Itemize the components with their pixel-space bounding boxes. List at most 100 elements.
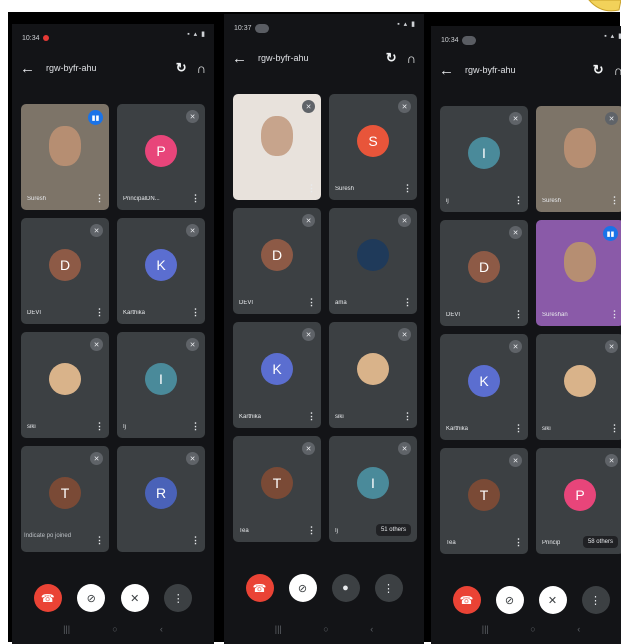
participant-options-icon[interactable]: ⋮ bbox=[95, 421, 104, 432]
switch-camera-icon[interactable]: ↻ bbox=[386, 50, 397, 66]
more-icon: ⋮ bbox=[383, 582, 394, 595]
participant-name: ama bbox=[335, 300, 347, 306]
participant-options-icon[interactable]: ⋮ bbox=[191, 307, 200, 318]
participant-avatar: T bbox=[49, 476, 81, 509]
audio-output-icon[interactable]: ∩ bbox=[614, 63, 621, 78]
participant-options-icon[interactable]: ⋮ bbox=[403, 183, 412, 194]
switch-camera-icon[interactable]: ↻ bbox=[176, 60, 187, 76]
participant-options-icon[interactable]: ⋮ bbox=[514, 309, 523, 320]
android-nav-bar: ||| ○ ‹ bbox=[12, 624, 214, 640]
participant-options-icon[interactable]: ⋮ bbox=[95, 535, 104, 546]
participant-photo-avatar bbox=[49, 362, 81, 395]
mic-muted-icon: ✕ bbox=[186, 452, 199, 465]
meeting-code[interactable]: rgw-byfr-ahu bbox=[465, 65, 583, 75]
participant-options-icon[interactable]: ⋮ bbox=[403, 297, 412, 308]
participant-name: DEVI bbox=[239, 300, 254, 306]
back-icon[interactable]: ‹ bbox=[370, 624, 373, 640]
audio-output-icon[interactable]: ∩ bbox=[407, 51, 416, 66]
end-call-button[interactable]: ☎ bbox=[452, 586, 481, 614]
recents-icon[interactable]: ||| bbox=[63, 624, 70, 640]
back-icon[interactable]: ‹ bbox=[577, 624, 580, 640]
participant-options-icon[interactable]: ⋮ bbox=[191, 535, 200, 546]
participant-tile[interactable]: S ✕ Suresh ⋮ bbox=[329, 94, 417, 200]
end-call-button[interactable]: ☎ bbox=[33, 584, 62, 612]
status-bar: 10:37 ▪ ▴ ▮ bbox=[224, 14, 424, 36]
home-icon[interactable]: ○ bbox=[112, 624, 117, 640]
status-left: 10:34 bbox=[441, 32, 476, 48]
participant-options-icon[interactable]: ⋮ bbox=[307, 411, 316, 422]
participant-options-icon[interactable]: ⋮ bbox=[307, 297, 316, 308]
participant-tile[interactable]: T ✕ Tea ⋮ bbox=[233, 436, 321, 542]
participant-tile[interactable]: D ✕ DEVI ⋮ bbox=[21, 218, 109, 324]
participant-options-icon[interactable]: ⋮ bbox=[191, 193, 200, 204]
participant-options-icon[interactable]: ⋮ bbox=[610, 309, 619, 320]
participant-options-icon[interactable]: ⋮ bbox=[307, 525, 316, 536]
participant-tile[interactable]: P ✕ PrincipalDN... ⋮ bbox=[117, 104, 205, 210]
participant-options-icon[interactable]: ⋮ bbox=[610, 195, 619, 206]
participant-photo-avatar bbox=[357, 238, 389, 271]
participant-name: Suresh bbox=[542, 198, 562, 204]
participant-options-icon[interactable]: ⋮ bbox=[403, 411, 412, 422]
mic-off-button[interactable]: ✕ bbox=[120, 584, 149, 612]
camera-off-button[interactable]: ⊘ bbox=[77, 584, 106, 612]
others-count-badge[interactable]: 51 others bbox=[375, 524, 411, 536]
home-icon[interactable]: ○ bbox=[323, 624, 328, 640]
participant-tile[interactable]: ▮▮ Suresh ⋮ bbox=[21, 104, 109, 210]
mic-off-icon: ✕ bbox=[130, 592, 140, 605]
home-icon[interactable]: ○ bbox=[530, 624, 535, 640]
back-arrow-icon[interactable]: ← bbox=[20, 60, 38, 77]
participant-tile[interactable]: K ✕ Karthika ⋮ bbox=[440, 334, 528, 440]
participant-tile[interactable]: ✕ siki ⋮ bbox=[329, 322, 417, 428]
participant-tile[interactable]: K ✕ Karthika ⋮ bbox=[233, 322, 321, 428]
participant-tile[interactable]: D ✕ DEVI ⋮ bbox=[233, 208, 321, 314]
participant-avatar: D bbox=[468, 250, 500, 283]
participant-name: siki bbox=[27, 424, 36, 430]
participant-name: Ij bbox=[123, 424, 126, 430]
end-call-icon: ☎ bbox=[459, 594, 474, 607]
more-button[interactable]: ⋮ bbox=[581, 586, 610, 614]
participant-tile[interactable]: I ✕ Ij 51 others bbox=[329, 436, 417, 542]
participant-options-icon[interactable]: ⋮ bbox=[514, 537, 523, 548]
participant-tile[interactable]: ▮▮ Sureshan ⋮ bbox=[536, 220, 621, 326]
participant-tile[interactable]: R ✕ ⋮ bbox=[117, 446, 205, 552]
participant-tile[interactable]: P ✕ Princip 58 others bbox=[536, 448, 621, 554]
participant-options-icon[interactable]: ⋮ bbox=[307, 183, 316, 194]
participant-options-icon[interactable]: ⋮ bbox=[514, 195, 523, 206]
participant-options-icon[interactable]: ⋮ bbox=[95, 193, 104, 204]
camera-off-button[interactable]: ⊘ bbox=[288, 574, 317, 602]
participant-tile[interactable]: I ✕ Ij ⋮ bbox=[117, 332, 205, 438]
more-button[interactable]: ⋮ bbox=[164, 584, 193, 612]
participant-name: Tea bbox=[239, 528, 249, 534]
participant-tile[interactable]: ✕ Suresh ⋮ bbox=[536, 106, 621, 212]
back-icon[interactable]: ‹ bbox=[160, 624, 163, 640]
more-button[interactable]: ⋮ bbox=[374, 574, 403, 602]
meeting-code[interactable]: rgw-byfr-ahu bbox=[46, 63, 166, 73]
recents-icon[interactable]: ||| bbox=[482, 624, 489, 640]
participant-tile[interactable]: K ✕ Karthika ⋮ bbox=[117, 218, 205, 324]
participant-options-icon[interactable]: ⋮ bbox=[610, 423, 619, 434]
back-arrow-icon[interactable]: ← bbox=[439, 62, 457, 79]
participant-tile[interactable]: ✕ ⋮ bbox=[233, 94, 321, 200]
participant-tile[interactable]: D ✕ DEVI ⋮ bbox=[440, 220, 528, 326]
meeting-code[interactable]: rgw-byfr-ahu bbox=[258, 53, 376, 63]
camera-off-button[interactable]: ⊘ bbox=[495, 586, 524, 614]
participant-tile[interactable]: T ✕ Tea ⋮ bbox=[440, 448, 528, 554]
participant-tile[interactable]: ✕ ama ⋮ bbox=[329, 208, 417, 314]
mic-off-button[interactable]: ✕ bbox=[538, 586, 567, 614]
recents-icon[interactable]: ||| bbox=[275, 624, 282, 640]
participant-options-icon[interactable]: ⋮ bbox=[95, 307, 104, 318]
participant-options-icon[interactable]: ⋮ bbox=[514, 423, 523, 434]
decorative-corner-graphic bbox=[588, 0, 621, 12]
participant-name: siki bbox=[542, 426, 551, 432]
end-call-button[interactable]: ☎ bbox=[245, 574, 274, 602]
participant-tile[interactable]: I ✕ ij ⋮ bbox=[440, 106, 528, 212]
mic-button[interactable]: ● bbox=[331, 574, 360, 602]
participant-tile[interactable]: ✕ siki ⋮ bbox=[536, 334, 621, 440]
switch-camera-icon[interactable]: ↻ bbox=[593, 62, 604, 78]
back-arrow-icon[interactable]: ← bbox=[232, 50, 250, 67]
audio-output-icon[interactable]: ∩ bbox=[197, 61, 206, 76]
others-count-badge[interactable]: 58 others bbox=[582, 536, 618, 548]
participant-options-icon[interactable]: ⋮ bbox=[191, 421, 200, 432]
participant-name: Karthika bbox=[123, 310, 146, 316]
participant-tile[interactable]: ✕ siki ⋮ bbox=[21, 332, 109, 438]
